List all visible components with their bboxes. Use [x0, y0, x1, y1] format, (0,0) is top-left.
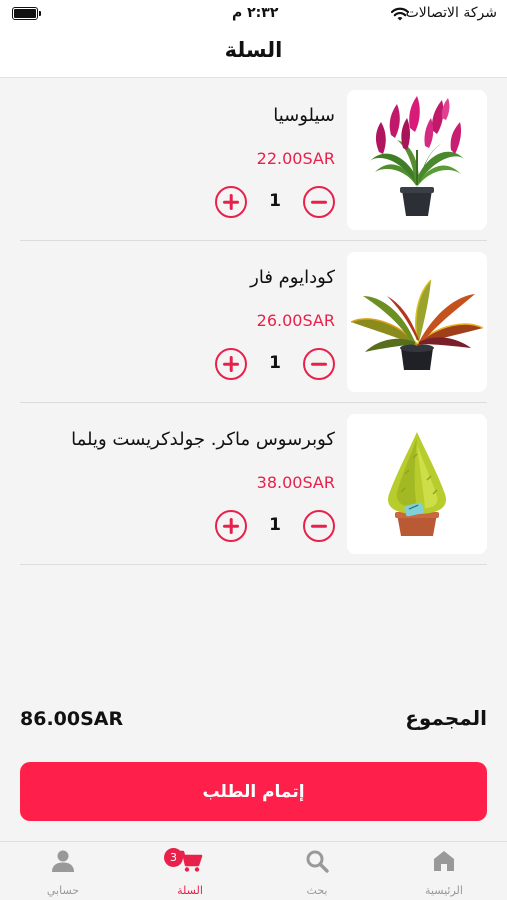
increase-quantity-button[interactable]: [215, 186, 247, 218]
battery-icon: [12, 7, 41, 20]
decrease-quantity-button[interactable]: [303, 348, 335, 380]
product-image-croton[interactable]: [347, 252, 487, 392]
nav-account[interactable]: حسابي: [0, 842, 126, 900]
bottom-nav: الرئيسية بحث السلة حسابي 3: [0, 841, 507, 900]
quantity-value: 1: [269, 353, 281, 373]
page-title: السلة: [224, 38, 283, 62]
quantity-value: 1: [269, 515, 281, 535]
croton-plant-image: [350, 279, 484, 370]
cart-item: كوبرسوس ماكر. جولدكريست ويلما 38.00SAR 1: [20, 403, 487, 565]
product-price: 38.00SAR: [256, 473, 335, 492]
product-name[interactable]: كودايوم فار: [250, 267, 335, 288]
increase-quantity-button[interactable]: [215, 510, 247, 542]
cart-item: كودايوم فار 26.00SAR 1: [20, 241, 487, 403]
product-name[interactable]: كوبرسوس ماكر. جولدكريست ويلما: [71, 429, 335, 450]
wifi-icon: [391, 7, 409, 21]
search-icon: [306, 850, 329, 873]
total-label: المجموع: [405, 706, 487, 730]
minus-icon: [311, 200, 327, 204]
status-bar: شركة الاتصالات ٢:٣٢ م: [0, 0, 507, 30]
total-value: 86.00SAR: [20, 708, 124, 730]
cart-item: سيلوسيا 22.00SAR 1: [20, 79, 487, 241]
product-price: 22.00SAR: [256, 149, 335, 168]
minus-icon: [311, 362, 327, 366]
nav-label: حسابي: [46, 884, 80, 897]
clock-time: ٢:٣٢ م: [232, 5, 279, 21]
nav-label: بحث: [306, 884, 328, 897]
nav-label: السلة: [177, 884, 203, 897]
page-header: السلة: [0, 30, 507, 78]
pink-flower-plant-image: [369, 96, 465, 216]
cart-list: سيلوسيا 22.00SAR 1 كودايوم فار 26.00SAR …: [20, 79, 487, 565]
product-image-cypress[interactable]: [347, 414, 487, 554]
decrease-quantity-button[interactable]: [303, 186, 335, 218]
carrier-name: شركة الاتصالات: [405, 5, 497, 21]
user-icon: [52, 850, 74, 872]
quantity-value: 1: [269, 191, 281, 211]
product-name[interactable]: سيلوسيا: [273, 105, 335, 126]
nav-cart[interactable]: السلة: [127, 842, 253, 900]
checkout-button[interactable]: إتمام الطلب: [20, 762, 487, 821]
increase-quantity-button[interactable]: [215, 348, 247, 380]
product-price: 26.00SAR: [256, 311, 335, 330]
nav-search[interactable]: بحث: [254, 842, 380, 900]
quantity-stepper: 1: [215, 348, 335, 380]
home-icon: [434, 851, 454, 871]
cypress-plant-image: [388, 432, 446, 536]
quantity-stepper: 1: [215, 186, 335, 218]
order-total: المجموع 86.00SAR: [20, 706, 487, 736]
nav-home[interactable]: الرئيسية: [381, 842, 507, 900]
cart-count-badge: 3: [164, 848, 183, 867]
quantity-stepper: 1: [215, 510, 335, 542]
minus-icon: [311, 524, 327, 528]
decrease-quantity-button[interactable]: [303, 510, 335, 542]
product-image-celosia[interactable]: [347, 90, 487, 230]
nav-label: الرئيسية: [425, 884, 463, 897]
